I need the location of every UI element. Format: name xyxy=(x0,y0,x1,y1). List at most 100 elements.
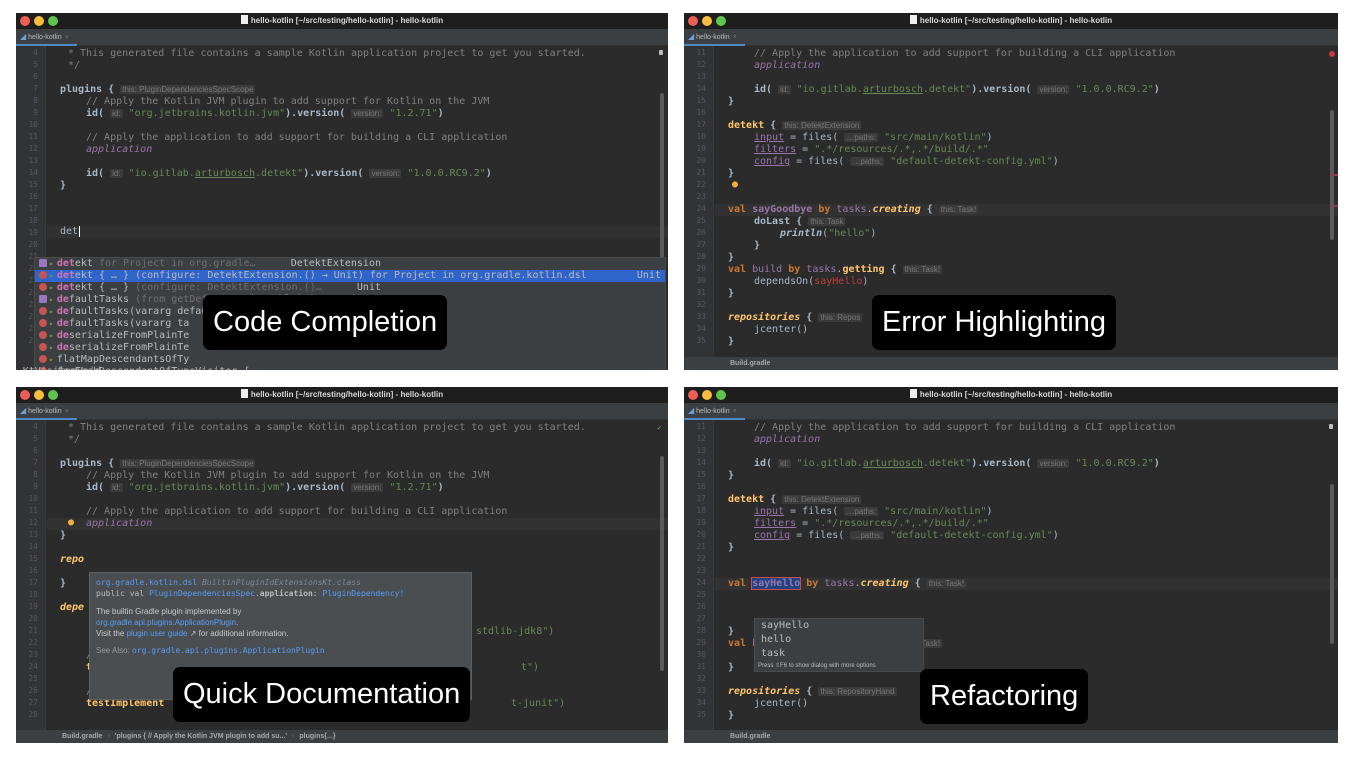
doc-see-also: See Also: org.gradle.api.plugins.Applica… xyxy=(96,646,325,655)
completion-item-name: flatMapDescendantsOfTy xyxy=(56,354,190,365)
tab-close-icon[interactable]: × xyxy=(65,408,69,415)
feature-caption: Error Highlighting xyxy=(872,295,1117,350)
completion-item[interactable]: ▸ detekt { … } (configure: DetektExtensio… xyxy=(35,270,665,282)
completion-item-name: detekt { … } xyxy=(56,282,130,293)
doc-description: The builtin Gradle plugin implemented by… xyxy=(96,607,242,627)
function-icon xyxy=(39,319,47,327)
error-indicator-icon[interactable] xyxy=(1329,51,1335,57)
rename-suggestion[interactable]: sayHello xyxy=(755,619,923,633)
code-line: } xyxy=(754,240,761,251)
vertical-scrollbar[interactable] xyxy=(1330,484,1334,644)
unresolved-reference-error[interactable]: sayHello xyxy=(814,276,862,287)
status-bar: Build.gradle ›'plugins { // Apply the Kot… xyxy=(16,730,668,743)
tab-hello-kotlin[interactable]: ◢ hello-kotlin × xyxy=(684,403,745,420)
line-number: 13 xyxy=(28,530,38,539)
line-number: 34 xyxy=(696,324,706,333)
completion-item[interactable]: ▸ flatMapDescendantsOfTy xyxy=(35,354,385,366)
breadcrumb-file[interactable]: Build.gradle xyxy=(730,360,770,367)
code-line: config = files( …paths: "default-detekt-… xyxy=(754,530,1059,541)
code-line: } xyxy=(728,710,735,721)
typing-line[interactable]: det xyxy=(60,226,81,238)
inspection-status-icon[interactable] xyxy=(1329,424,1333,429)
line-number: 12 xyxy=(696,434,706,443)
tab-close-icon[interactable]: × xyxy=(733,408,737,415)
code-line: // Apply the Kotlin JVM plugin to add su… xyxy=(86,470,490,481)
kotlin-project-icon: ◢ xyxy=(20,406,27,415)
breadcrumb-plugins[interactable]: plugins{...} xyxy=(299,733,335,740)
completion-item[interactable]: ▸forEachDescendantOfTypeVisitor {…KtVisi… xyxy=(23,366,385,370)
tab-hello-kotlin[interactable]: ◢ hello-kotlin × xyxy=(16,403,77,420)
code-line: application xyxy=(86,518,153,529)
code-line: application xyxy=(86,144,153,155)
breadcrumb-file[interactable]: Build.gradle xyxy=(730,733,770,740)
code-line: * This generated file contains a sample … xyxy=(68,48,586,59)
line-number: 16 xyxy=(28,566,38,575)
breadcrumb-plugins-block[interactable]: 'plugins { // Apply the Kotlin JVM plugi… xyxy=(115,733,287,740)
line-number: 26 xyxy=(696,602,706,611)
doc-header: org.gradle.kotlin.dsl BuiltinPluginIdExt… xyxy=(96,578,361,587)
plugin-user-guide-link[interactable]: plugin user guide xyxy=(127,629,188,638)
line-number: 32 xyxy=(696,300,706,309)
extension-arrow-icon: ▸ xyxy=(49,331,54,340)
lightbulb-icon[interactable]: ● xyxy=(732,179,738,190)
tab-close-icon[interactable]: × xyxy=(733,34,737,41)
rename-input[interactable]: sayHello xyxy=(751,577,802,590)
line-number: 17 xyxy=(696,494,706,503)
tab-hello-kotlin[interactable]: ◢ hello-kotlin × xyxy=(684,29,745,46)
line-number: 22 xyxy=(28,638,38,647)
line-number: 11 xyxy=(696,48,706,57)
code-line: */ xyxy=(68,434,81,445)
line-number: 4 xyxy=(33,48,38,57)
tab-close-icon[interactable]: × xyxy=(65,34,69,41)
line-number: 15 xyxy=(696,96,706,105)
tab-bar: ◢ hello-kotlin × xyxy=(684,403,1338,420)
code-line: dependsOn(sayHello) xyxy=(754,276,869,287)
tab-hello-kotlin[interactable]: ◢ hello-kotlin × xyxy=(16,29,77,46)
line-number: 7 xyxy=(33,458,38,467)
function-icon xyxy=(39,355,47,363)
line-number: 23 xyxy=(696,566,706,575)
inspection-status-icon[interactable] xyxy=(659,50,663,55)
vertical-scrollbar[interactable] xyxy=(660,456,664,671)
kotlin-project-icon: ◢ xyxy=(688,406,695,415)
title-bar: hello-kotlin [~/src/testing/hello-kotlin… xyxy=(16,387,668,403)
feature-caption: Quick Documentation xyxy=(173,667,471,722)
line-number: 16 xyxy=(696,482,706,491)
title-bar: hello-kotlin [~/src/testing/hello-kotlin… xyxy=(16,13,668,29)
completion-item[interactable]: ▸ detekt { … } (configure: DetektExtensio… xyxy=(35,282,665,294)
code-line: plugins { this: PluginDependenciesSpecSc… xyxy=(60,458,256,469)
code-line: input = files( …paths: "src/main/kotlin"… xyxy=(754,132,993,143)
title-bar: hello-kotlin [~/src/testing/hello-kotlin… xyxy=(684,387,1338,403)
code-line: id( id: "io.gitlab.arturbosch.detekt").v… xyxy=(754,84,1160,95)
error-stripe-marker[interactable] xyxy=(1330,205,1338,207)
completion-item-type: Unit xyxy=(636,270,661,281)
line-number: 5 xyxy=(33,60,38,69)
code-line: } xyxy=(60,180,67,191)
see-also-link[interactable]: org.gradle.api.plugins.ApplicationPlugin xyxy=(132,646,325,655)
completion-item[interactable]: ▸ detekt for Project in org.gradle… Detekt… xyxy=(35,258,665,270)
line-number: 17 xyxy=(28,578,38,587)
line-number: 20 xyxy=(696,530,706,539)
property-icon xyxy=(39,259,47,267)
feature-caption: Code Completion xyxy=(203,295,448,350)
checkmark-icon[interactable]: ✓ xyxy=(657,423,665,432)
line-number: 30 xyxy=(696,276,706,285)
completion-item-detail: for Project in org.gradle… xyxy=(92,258,256,269)
line-number: 33 xyxy=(696,312,706,321)
error-stripe-marker[interactable] xyxy=(1330,174,1338,176)
code-line: } xyxy=(728,96,735,107)
line-number: 18 xyxy=(696,132,706,141)
code-line: } xyxy=(60,578,67,589)
lightbulb-icon[interactable]: ● xyxy=(68,517,74,528)
line-number: 9 xyxy=(33,108,38,117)
line-number: 20 xyxy=(28,614,38,623)
breadcrumb-file[interactable]: Build.gradle xyxy=(62,733,102,740)
extension-arrow-icon: ▸ xyxy=(49,355,54,364)
rename-suggestion[interactable]: hello xyxy=(755,633,923,647)
code-line: } xyxy=(728,626,735,637)
ide-window-error-highlighting: hello-kotlin [~/src/testing/hello-kotlin… xyxy=(684,13,1338,370)
code-line: val sayHello by tasks.creating { this: T… xyxy=(728,577,967,590)
doc-link-applicationplugin[interactable]: org.gradle.api.plugins.ApplicationPlugin xyxy=(96,618,236,627)
line-number: 32 xyxy=(696,674,706,683)
rename-suggestion[interactable]: task xyxy=(755,647,923,661)
